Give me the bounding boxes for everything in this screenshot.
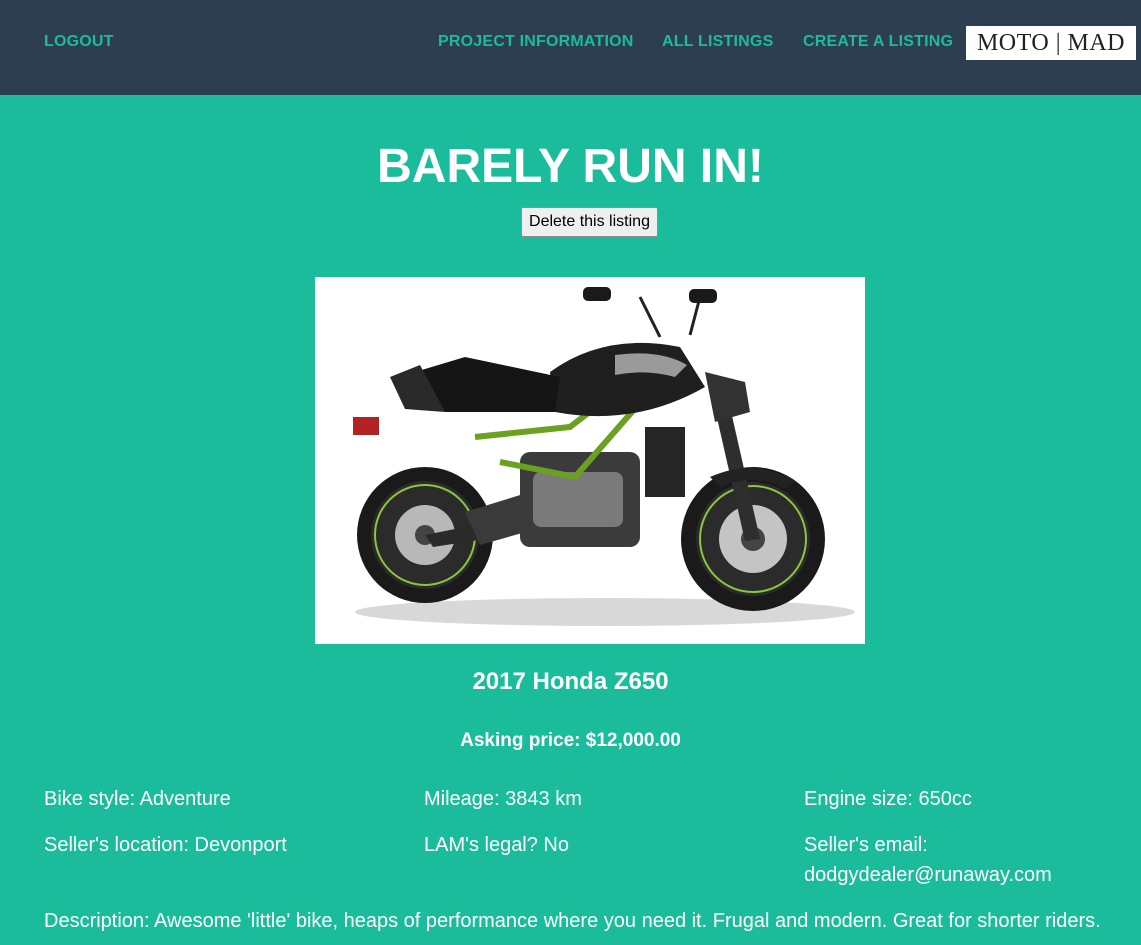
mileage: Mileage: 3843 km bbox=[424, 788, 582, 810]
nav-logout-link[interactable]: LOGOUT bbox=[44, 33, 114, 51]
seller-email-label: Seller's email: bbox=[804, 834, 928, 856]
nav-project-information-link[interactable]: PROJECT INFORMATION bbox=[438, 33, 634, 51]
nav-create-listing-link[interactable]: CREATE A LISTING bbox=[803, 33, 953, 51]
nav-all-listings-link[interactable]: ALL LISTINGS bbox=[662, 33, 773, 51]
logo-text: MOTO | MAD bbox=[976, 29, 1126, 56]
bike-style: Bike style: Adventure bbox=[44, 788, 231, 810]
lams-legal: LAM's legal? No bbox=[424, 834, 569, 856]
engine-size: Engine size: 650cc bbox=[804, 788, 972, 810]
listing-description: Description: Awesome 'little' bike, heap… bbox=[44, 910, 1101, 932]
motorcycle-illustration bbox=[353, 287, 855, 626]
seller-email: dodgydealer@runaway.com bbox=[804, 864, 1052, 886]
motorcycle-photo bbox=[315, 277, 865, 644]
navbar: LOGOUT PROJECT INFORMATION ALL LISTINGS … bbox=[0, 0, 1141, 95]
listing-title: BARELY RUN IN! bbox=[377, 140, 764, 193]
moto-mad-logo[interactable]: MOTO | MAD bbox=[966, 26, 1136, 60]
delete-listing-button[interactable]: Delete this listing bbox=[521, 207, 658, 237]
bike-name: 2017 Honda Z650 bbox=[472, 668, 669, 695]
asking-price: Asking price: $12,000.00 bbox=[460, 730, 681, 751]
seller-location: Seller's location: Devonport bbox=[44, 834, 287, 856]
